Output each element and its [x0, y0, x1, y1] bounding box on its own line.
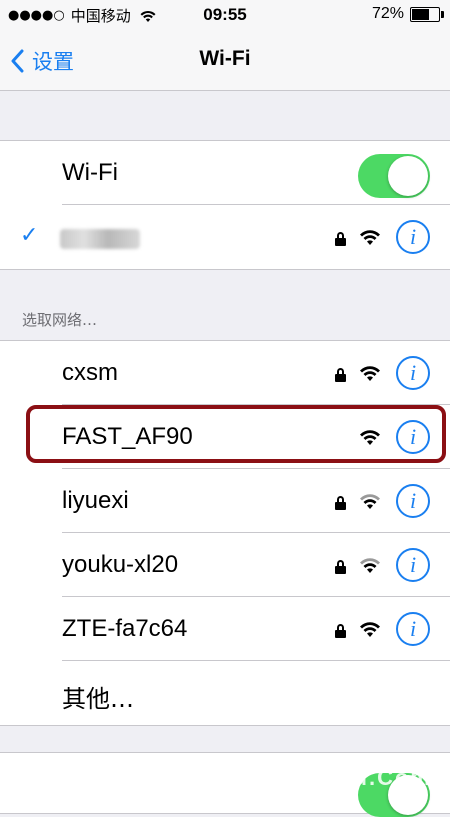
wifi-signal-icon: [360, 494, 380, 509]
highlight-annotation: [26, 405, 446, 463]
network-row[interactable]: cxsm i: [0, 341, 450, 405]
network-name: liyuexi: [62, 487, 129, 514]
wifi-toggle-switch[interactable]: [358, 154, 430, 198]
lock-icon: [335, 560, 346, 574]
toggle-knob: [388, 156, 428, 196]
lock-icon: [335, 368, 346, 382]
lock-icon: [335, 232, 346, 246]
section-header: 选取网络…: [22, 311, 98, 329]
wifi-toggle-group: Wi-Fi ✓ i: [0, 140, 450, 270]
wifi-toggle-label: Wi-Fi: [62, 159, 118, 186]
watermark: Www.Tenyu.Com: [227, 765, 432, 790]
network-list: cxsm i FAST_AF90 i liyuexi i youku-xl20: [0, 340, 450, 726]
info-icon[interactable]: i: [396, 356, 430, 390]
info-icon[interactable]: i: [396, 220, 430, 254]
network-row[interactable]: youku-xl20 i: [0, 533, 450, 597]
lock-icon: [335, 496, 346, 510]
info-icon[interactable]: i: [396, 484, 430, 518]
status-bar: ●●●●○ 中国移动 09:55 72%: [0, 0, 450, 32]
network-name: cxsm: [62, 359, 118, 386]
battery-percent: 72%: [371, 5, 404, 22]
wifi-signal-icon: [360, 622, 380, 637]
wifi-signal-icon: [360, 230, 380, 245]
network-name: youku-xl20: [62, 551, 179, 578]
network-name: ZTE-fa7c64: [62, 615, 188, 642]
battery-icon: [410, 6, 444, 22]
info-icon[interactable]: i: [396, 612, 430, 646]
checkmark-icon: ✓: [20, 223, 39, 248]
battery-fill: [412, 8, 429, 20]
wifi-toggle-row: Wi-Fi: [0, 141, 450, 205]
connected-network-row[interactable]: ✓ i: [0, 205, 450, 269]
page-title: Wi-Fi: [199, 47, 251, 70]
status-right: 72%: [371, 5, 444, 23]
network-row[interactable]: ZTE-fa7c64 i: [0, 597, 450, 661]
lock-icon: [335, 624, 346, 638]
wifi-signal-icon: [360, 366, 380, 381]
wifi-signal-icon: [360, 558, 380, 573]
info-icon[interactable]: i: [396, 548, 430, 582]
connected-network-name-blurred: [60, 229, 140, 249]
other-network-row[interactable]: 其他…: [0, 661, 450, 725]
other-network-label: 其他…: [62, 685, 134, 713]
network-row[interactable]: liyuexi i: [0, 469, 450, 533]
navigation-bar: 设置 Wi-Fi: [0, 32, 450, 91]
